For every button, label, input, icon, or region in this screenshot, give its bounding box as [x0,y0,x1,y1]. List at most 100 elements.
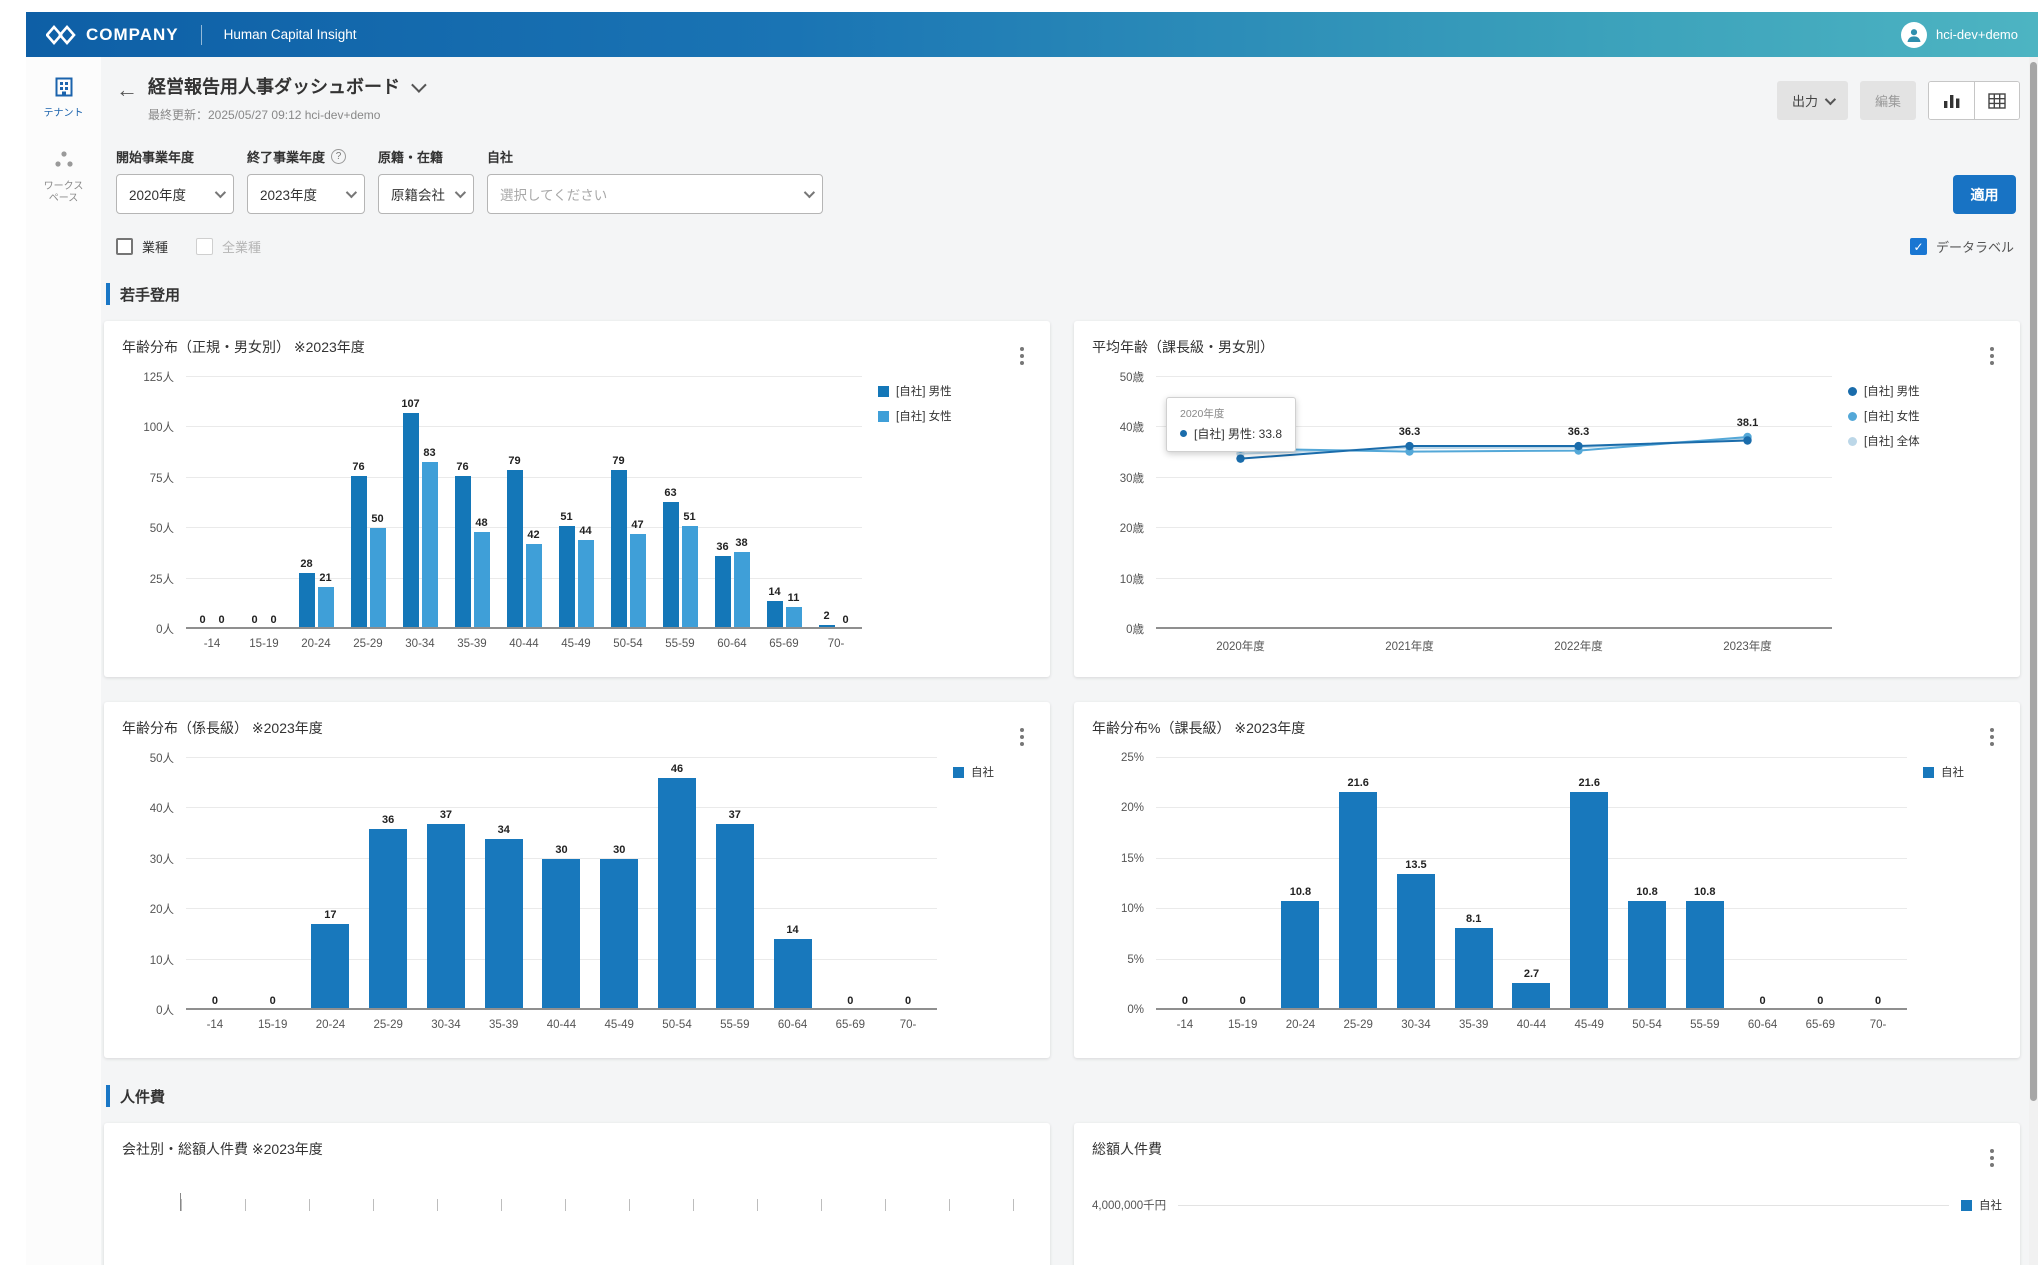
kebab-menu-button[interactable] [1012,337,1032,361]
sidebar-item-workspace[interactable]: ワークスペース [40,148,88,206]
category-group: 8.1 [1445,758,1503,1010]
bar[interactable]: 48 [474,532,490,629]
bar[interactable]: 47 [630,534,646,629]
legend-item: [自社] 全体 [1848,433,2002,449]
vertical-scrollbar[interactable] [2029,57,2038,1265]
industry-checkbox[interactable]: 業種 [116,237,168,256]
chart-view-button[interactable] [1929,82,1974,119]
kebab-menu-button[interactable] [1982,718,2002,742]
apply-button[interactable]: 適用 [1953,175,2016,214]
category-group: 2821 [290,377,342,629]
y-axis-tick: 25人 [150,571,174,587]
data-label: 76 [456,461,468,473]
data-point[interactable] [1574,442,1582,450]
category-group: 36 [359,758,417,1010]
chevron-down-icon[interactable] [411,77,427,93]
bar[interactable]: 36 [715,556,731,629]
bar[interactable]: 10.8 [1281,901,1319,1010]
company-select[interactable]: 選択してください [487,174,823,214]
legend-swatch [878,411,889,422]
bar[interactable]: 76 [455,476,471,629]
legend-swatch [1848,412,1857,421]
bar[interactable]: 79 [611,470,627,629]
username: hci-dev+demo [1936,27,2018,42]
bar[interactable]: 10.8 [1686,901,1724,1010]
y-axis-tick: 20歳 [1120,520,1144,536]
bar[interactable]: 30 [542,859,580,1010]
data-point[interactable] [1236,454,1244,462]
affiliation-label: 原籍・在籍 [378,147,474,166]
bar[interactable]: 51 [682,526,698,629]
table-view-button[interactable] [1974,82,2019,119]
category-group: 34 [475,758,533,1010]
bar[interactable]: 63 [663,502,679,629]
bar[interactable]: 42 [526,544,542,629]
kebab-menu-button[interactable] [1012,718,1032,742]
bar[interactable]: 10.8 [1628,901,1666,1010]
bar[interactable]: 83 [422,462,438,629]
y-axis-tick: 40人 [150,800,174,816]
affiliation-select[interactable]: 原籍会社 [378,174,474,214]
help-icon[interactable]: ? [331,149,346,164]
data-point[interactable] [1405,442,1413,450]
bar[interactable]: 8.1 [1455,928,1493,1010]
bar[interactable]: 34 [485,839,523,1010]
bar[interactable]: 11 [786,607,802,629]
data-label: 37 [440,809,452,821]
bar[interactable]: 13.5 [1397,874,1435,1010]
scrollbar-thumb[interactable] [2030,62,2037,1101]
bar[interactable]: 37 [716,824,754,1010]
data-point[interactable] [1743,436,1751,444]
kebab-menu-button[interactable] [1982,1139,2002,1163]
x-axis-tick: 15-19 [238,638,290,650]
data-label: 36 [716,541,728,553]
category-group: 7947 [602,377,654,629]
data-label-checkbox[interactable]: ✓ データラベル [1910,237,2014,256]
bar[interactable]: 107 [403,413,419,629]
data-label: 44 [579,525,591,537]
bar[interactable]: 17 [311,924,349,1010]
sidebar-item-tenant[interactable]: テナント [40,75,88,120]
last-updated: 最終更新：2025/05/27 09:12 hci-dev+demo [148,106,423,123]
x-axis-tick: -14 [186,638,238,650]
bar[interactable]: 21.6 [1570,792,1608,1010]
y-axis-tick: 100人 [143,419,174,435]
bar[interactable]: 51 [559,526,575,629]
legend-label: 自社 [971,764,994,780]
category-group: 0 [879,758,937,1010]
end-year-select[interactable]: 2023年度 [247,174,365,214]
bar[interactable]: 21.6 [1339,792,1377,1010]
product-name: Human Capital Insight [224,27,357,42]
gridline [1156,627,1832,629]
bar[interactable]: 79 [507,470,523,629]
edit-button[interactable]: 編集 [1860,81,1916,120]
bar[interactable]: 28 [299,573,315,629]
bar[interactable]: 14 [774,939,812,1010]
export-button[interactable]: 出力 [1777,81,1848,120]
bar[interactable]: 21 [318,587,334,629]
bar[interactable]: 30 [600,859,638,1010]
start-year-select[interactable]: 2020年度 [116,174,234,214]
bar[interactable]: 50 [370,528,386,629]
user-menu[interactable]: hci-dev+demo [1901,22,2018,48]
bar[interactable]: 2.7 [1512,983,1550,1010]
legend-swatch [1923,767,1934,778]
bar[interactable]: 46 [658,778,696,1010]
y-axis: 0人10人20人30人40人50人 [122,758,186,1010]
bar[interactable]: 76 [351,476,367,629]
age-distribution-chief-chart: 0人10人20人30人40人50人0017363734303046371400-… [122,758,1032,1031]
bar[interactable]: 38 [734,552,750,629]
gridline [1178,1205,1949,1206]
back-arrow-icon[interactable]: ← [116,77,138,103]
bar[interactable]: 44 [578,540,594,629]
kebab-menu-button[interactable] [1982,337,2002,361]
all-industry-checkbox[interactable]: 全業種 [196,237,261,256]
gridline [186,1008,937,1010]
bar[interactable]: 36 [369,829,407,1010]
bar[interactable]: 14 [767,601,783,629]
legend-label: [自社] 女性 [1864,408,1920,424]
bar[interactable]: 37 [427,824,465,1010]
category-group: 21.6 [1329,758,1387,1010]
section-young-talent: 若手登用 [106,283,2020,305]
x-axis-tick: 70- [879,1019,937,1031]
